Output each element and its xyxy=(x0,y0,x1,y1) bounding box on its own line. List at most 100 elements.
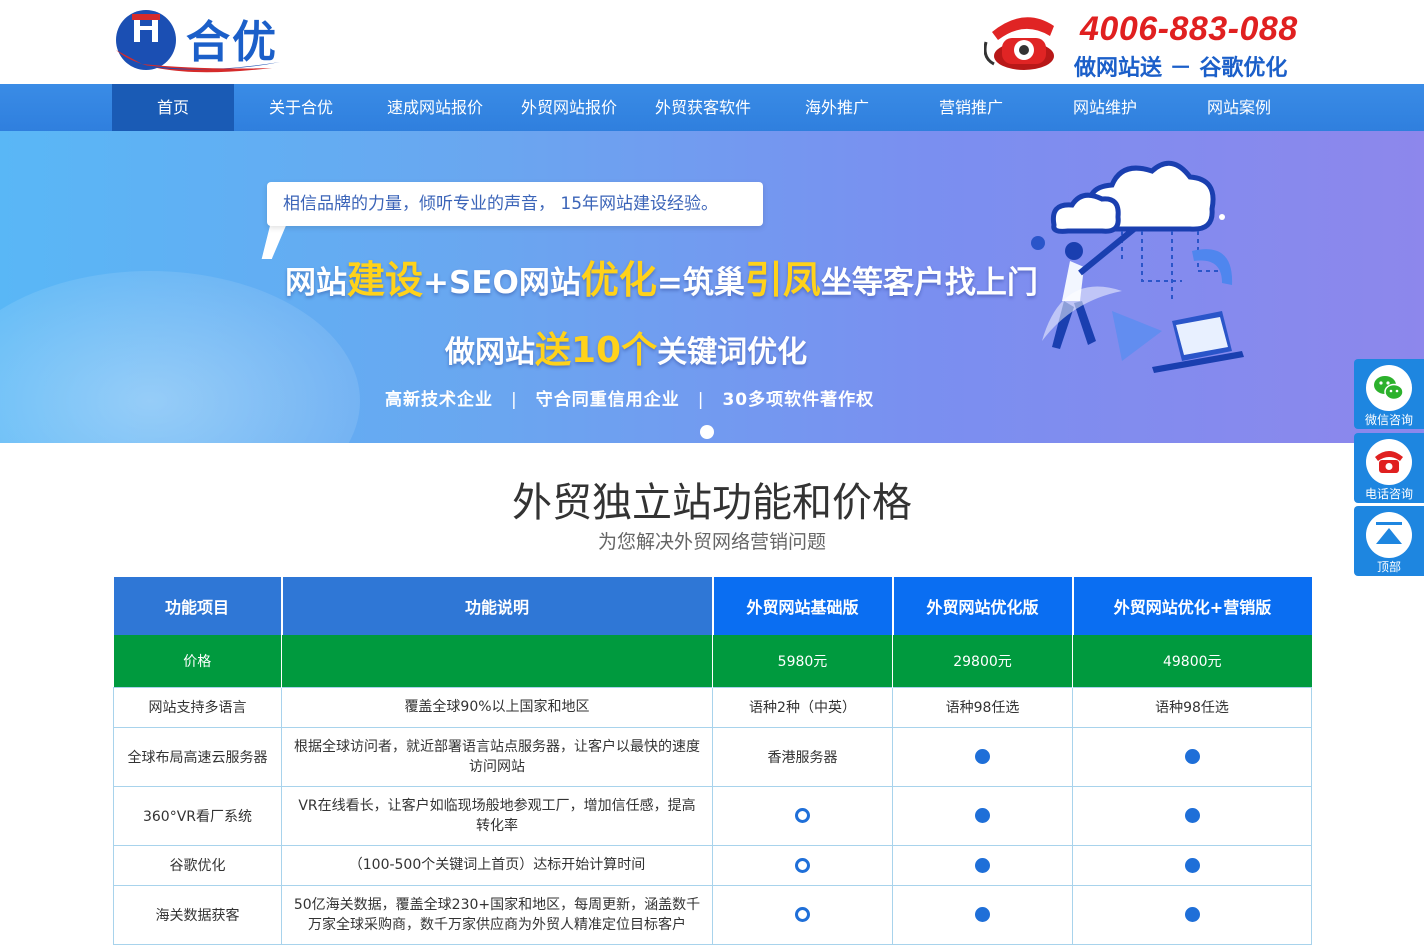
included-dot-icon xyxy=(1184,749,1200,764)
phone-consult-button[interactable]: 电话咨询 xyxy=(1354,433,1424,503)
price-seo: 29800元 xyxy=(892,635,1073,687)
included-dot-icon xyxy=(1184,907,1200,922)
plan-cell xyxy=(892,844,1073,886)
header-seo-plan: 外贸网站优化版 xyxy=(892,577,1074,635)
plan-cell: 语种98任选 xyxy=(892,686,1073,728)
headline-part: 坐等客户找上门 xyxy=(820,265,1038,301)
phone-icon-bg xyxy=(1366,439,1412,485)
tag-copyright: 30多项软件著作权 xyxy=(722,390,875,410)
included-dot-icon xyxy=(975,907,990,922)
header-slogan: 做网站送 － 谷歌优化 xyxy=(1074,56,1288,81)
plan-cell xyxy=(892,726,1073,787)
header-feature: 功能项目 xyxy=(113,577,283,635)
feature-cell: 海关数据获客 xyxy=(113,884,282,945)
nav-item-home[interactable]: 首页 xyxy=(112,84,234,131)
headline-highlight: 引凤 xyxy=(744,258,821,302)
bubble-tail xyxy=(261,225,287,259)
description-cell: 50亿海关数据，覆盖全球230+国家和地区，每周更新，涵盖数千万家全球采购商，数… xyxy=(281,884,713,945)
section-subtitle: 为您解决外贸网络营销问题 xyxy=(597,531,826,553)
feature-cell: 360°VR看厂系统 xyxy=(113,785,282,846)
wechat-icon xyxy=(1374,376,1404,401)
feature-cell: 网站支持多语言 xyxy=(113,686,282,728)
phone-label: 电话咨询 xyxy=(1364,487,1413,501)
banner-headline: 网站建设+SEO网站优化=筑巢引凤坐等客户找上门 xyxy=(285,249,1038,304)
main-nav: 首页 关于合优 速成网站报价 外贸网站报价 外贸获客软件 海外推广 营销推广 网… xyxy=(0,84,1424,131)
header-description: 功能说明 xyxy=(281,577,714,635)
pricing-table: 功能项目 功能说明 外贸网站基础版 外贸网站优化版 外贸网站优化+营销版 价格 … xyxy=(113,577,1312,945)
banner-bubble: 相信品牌的力量，倾听专业的声音， 15年网站建设经验。 xyxy=(267,182,763,226)
feature-cell: 谷歌优化 xyxy=(113,844,282,886)
plan-cell xyxy=(892,785,1073,846)
back-to-top-button[interactable]: 顶部 xyxy=(1354,506,1424,576)
table-row: 海关数据获客 50亿海关数据，覆盖全球230+国家和地区，每周更新，涵盖数千万家全… xyxy=(113,884,1312,945)
table-row: 网站支持多语言 覆盖全球90%以上国家和地区 语种2种（中英） 语种98任选 语种98任… xyxy=(113,686,1312,728)
nav-item-maintenance[interactable]: 网站维护 xyxy=(1038,84,1172,131)
headline-part: +SEO网站 xyxy=(423,265,581,301)
subline-highlight: 送10个 xyxy=(535,330,658,371)
table-row: 360°VR看厂系统 VR在线看长，让客户如临现场般地参观工厂，增加信任感，提高转… xyxy=(113,785,1312,846)
price-marketing: 49800元 xyxy=(1072,635,1312,687)
phone-icon xyxy=(1375,451,1403,473)
phone-number[interactable]: 4006-883-088 xyxy=(1080,10,1298,49)
arrow-up-icon xyxy=(1376,522,1402,544)
carousel-dot[interactable] xyxy=(700,425,714,439)
price-row: 价格 5980元 29800元 49800元 xyxy=(113,635,1312,687)
plan-cell xyxy=(1072,884,1312,945)
tag-separator: | xyxy=(697,390,705,410)
plan-cell xyxy=(712,884,893,945)
plan-cell: 语种2种（中英） xyxy=(712,686,893,728)
headline-highlight: 优化 xyxy=(580,258,657,302)
plan-cell xyxy=(712,785,893,846)
tag-separator: | xyxy=(511,390,518,410)
telephone-icon xyxy=(984,17,1054,70)
headline-highlight: 建设 xyxy=(347,258,424,302)
nav-item-quick-site-price[interactable]: 速成网站报价 xyxy=(368,84,502,131)
description-cell: 覆盖全球90%以上国家和地区 xyxy=(281,686,713,728)
top-icon-bg xyxy=(1366,512,1412,558)
subline-part: 做网站 xyxy=(445,335,535,370)
nav-item-about[interactable]: 关于合优 xyxy=(234,84,368,131)
nav-item-lead-software[interactable]: 外贸获客软件 xyxy=(636,84,770,131)
table-row: 全球布局高速云服务器 根据全球访问者，就近部署语言站点服务器，让客户以最快的速度访… xyxy=(113,726,1312,787)
wechat-icon-bg xyxy=(1366,365,1412,411)
hotline: 4006-883-088 做网站送 － 谷歌优化 xyxy=(984,10,1314,81)
tag-high-tech: 高新技术企业 xyxy=(385,390,493,410)
included-dot-icon xyxy=(975,808,990,823)
plan-cell xyxy=(1072,785,1312,846)
nav-item-trade-site-price[interactable]: 外贸网站报价 xyxy=(502,84,636,131)
optional-ring-icon xyxy=(795,907,810,922)
optional-ring-icon xyxy=(795,808,810,823)
nav-item-cases[interactable]: 网站案例 xyxy=(1172,84,1306,131)
description-cell: （100-500个关键词上首页）达标开始计算时间 xyxy=(281,844,713,886)
hero-banner[interactable]: 相信品牌的力量，倾听专业的声音， 15年网站建设经验。 网站建设+SEO网站优化… xyxy=(0,131,1424,443)
description-cell: 根据全球访问者，就近部署语言站点服务器，让客户以最快的速度访问网站 xyxy=(281,726,713,787)
nav-item-overseas-promo[interactable]: 海外推广 xyxy=(770,84,904,131)
nav-item-marketing[interactable]: 营销推广 xyxy=(904,84,1038,131)
price-desc xyxy=(281,635,713,687)
price-label: 价格 xyxy=(113,635,282,687)
banner-tags: 高新技术企业 | 守合同重信用企业 | 30多项软件著作权 xyxy=(385,385,874,410)
plan-cell xyxy=(1072,844,1312,886)
top-label: 顶部 xyxy=(1376,560,1401,574)
headline-part: =筑巢 xyxy=(656,265,745,301)
site-header: 合优 4006-883-088 做网站送 － 谷歌优化 xyxy=(0,0,1424,84)
section-title: 外贸独立站功能和价格 xyxy=(512,480,912,526)
tag-credit: 守合同重信用企业 xyxy=(535,390,680,410)
description-cell: VR在线看长，让客户如临现场般地参观工厂，增加信任感，提高转化率 xyxy=(281,785,713,846)
plan-cell xyxy=(1072,726,1312,787)
included-dot-icon xyxy=(975,857,990,873)
included-dot-icon xyxy=(1184,808,1200,823)
plan-cell: 香港服务器 xyxy=(712,726,893,787)
included-dot-icon xyxy=(1184,857,1200,873)
price-basic: 5980元 xyxy=(712,635,893,687)
banner-subline: 做网站送10个关键词优化 xyxy=(445,321,807,373)
headline-part: 网站 xyxy=(285,265,347,301)
plan-cell xyxy=(892,884,1073,945)
table-row: 谷歌优化 （100-500个关键词上首页）达标开始计算时间 xyxy=(113,844,1312,886)
header-marketing-plan: 外贸网站优化+营销版 xyxy=(1072,577,1312,635)
header-basic-plan: 外贸网站基础版 xyxy=(712,577,894,635)
brand-name: 合优 xyxy=(186,17,278,68)
plan-cell: 语种98任选 xyxy=(1072,686,1312,728)
wechat-consult-button[interactable]: 微信咨询 xyxy=(1354,359,1424,429)
cloud-illustration-icon xyxy=(1031,160,1244,373)
